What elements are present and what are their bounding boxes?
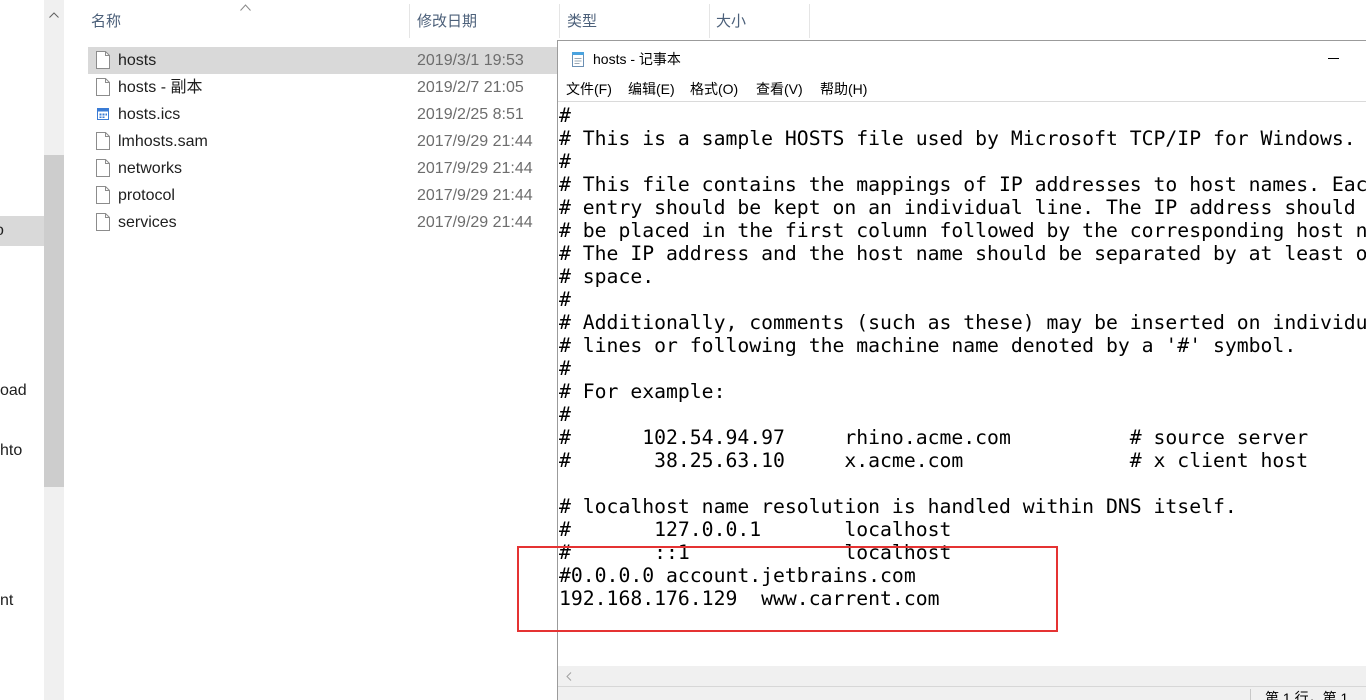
file-modified-date: 2017/9/29 21:44	[417, 214, 533, 231]
cursor-position: 第 1 行，第 1	[1265, 690, 1349, 700]
window-title: hosts - 记事本	[593, 51, 681, 67]
chevron-up-icon[interactable]	[49, 12, 59, 18]
file-modified-date: 2019/2/25 8:51	[417, 106, 524, 123]
text-line: # 102.54.94.97 rhino.acme.com # source s…	[559, 426, 1309, 449]
file-modified-date: 2017/9/29 21:44	[417, 133, 533, 150]
text-line: # 127.0.0.1 localhost	[559, 518, 952, 541]
column-divider[interactable]	[809, 4, 810, 38]
text-line: 192.168.176.129 www.carrent.com	[559, 587, 940, 610]
menu-file[interactable]: 文件(F)	[566, 78, 612, 101]
nav-item-label: o	[0, 216, 4, 246]
minimize-icon	[1328, 58, 1339, 59]
menu-help[interactable]: 帮助(H)	[820, 78, 867, 101]
status-divider	[1250, 689, 1251, 700]
text-line: # entry should be kept on an individual …	[559, 196, 1356, 219]
text-line: # The IP address and the host name shoul…	[559, 242, 1366, 265]
column-header-type-label: 类型	[567, 13, 598, 30]
menu-view[interactable]: 查看(V)	[756, 78, 803, 101]
navigation-pane: o oad hto nt	[0, 0, 44, 700]
file-icon	[96, 186, 110, 204]
nav-item[interactable]: hto	[0, 436, 44, 466]
file-name: networks	[118, 160, 183, 177]
text-line: #	[559, 288, 571, 311]
calendar-file-icon	[96, 105, 110, 123]
text-line: # localhost name resolution is handled w…	[559, 495, 1237, 518]
text-line: #	[559, 403, 571, 426]
text-line: #0.0.0.0 account.jetbrains.com	[559, 564, 916, 587]
nav-item[interactable]: nt	[0, 586, 44, 616]
file-modified-date: 2019/2/7 21:05	[417, 79, 524, 96]
title-bar[interactable]: hosts - 记事本	[557, 40, 1366, 78]
nav-item[interactable]: oad	[0, 376, 44, 406]
chevron-left-icon[interactable]	[566, 672, 572, 681]
horizontal-scrollbar[interactable]	[557, 666, 1366, 686]
column-header-size[interactable]: 大小	[709, 4, 809, 40]
file-name: lmhosts.sam	[118, 133, 208, 150]
file-name: hosts	[118, 52, 157, 69]
text-line	[559, 472, 1366, 495]
status-bar: 第 1 行，第 1	[557, 686, 1366, 700]
text-line: # ::1 localhost	[559, 541, 952, 564]
nav-pane-scrollbar[interactable]	[44, 0, 64, 700]
menu-format[interactable]: 格式(O)	[690, 78, 738, 101]
text-line: # For example:	[559, 380, 726, 403]
text-line: #	[559, 150, 571, 173]
text-line: # Additionally, comments (such as these)…	[559, 311, 1366, 334]
scrollbar-thumb[interactable]	[44, 155, 64, 487]
file-name: hosts.ics	[118, 106, 181, 123]
notepad-window: hosts - 记事本 文件(F) 编辑(E) 格式(O) 查看(V) 帮助(H…	[557, 40, 1366, 700]
menu-bar: 文件(F) 编辑(E) 格式(O) 查看(V) 帮助(H)	[557, 78, 1366, 101]
file-modified-date: 2019/3/1 19:53	[417, 52, 524, 69]
file-modified-date: 2017/9/29 21:44	[417, 187, 533, 204]
nav-item-label: hto	[0, 442, 23, 459]
file-icon	[96, 78, 110, 96]
text-line: #	[559, 104, 571, 127]
text-line: #	[559, 357, 571, 380]
text-line: # be placed in the first column followed…	[559, 219, 1366, 242]
nav-item-label: oad	[0, 382, 27, 399]
column-header-type[interactable]: 类型	[559, 4, 709, 40]
column-header-size-label: 大小	[716, 13, 747, 30]
text-line: # space.	[559, 265, 655, 288]
menu-edit[interactable]: 编辑(E)	[628, 78, 675, 101]
column-header-modified[interactable]: 修改日期	[409, 4, 559, 40]
text-line: # This is a sample HOSTS file used by Mi…	[559, 127, 1356, 150]
nav-item-label: nt	[0, 592, 14, 609]
file-icon	[96, 51, 110, 69]
nav-item[interactable]: o	[0, 216, 44, 246]
notepad-icon	[570, 51, 586, 67]
file-icon	[96, 159, 110, 177]
text-line: # This file contains the mappings of IP …	[559, 173, 1366, 196]
text-line: # lines or following the machine name de…	[559, 334, 1297, 357]
column-header-modified-label: 修改日期	[417, 13, 478, 30]
text-editor[interactable]: # # This is a sample HOSTS file used by M…	[557, 101, 1366, 666]
file-name: protocol	[118, 187, 175, 204]
file-modified-date: 2017/9/29 21:44	[417, 160, 533, 177]
file-icon	[96, 213, 110, 231]
text-content: # # This is a sample HOSTS file used by M…	[559, 104, 1366, 610]
column-header-name-label: 名称	[91, 13, 122, 30]
sort-ascending-icon	[240, 4, 251, 11]
file-name: services	[118, 214, 177, 231]
file-name: hosts - 副本	[118, 79, 203, 96]
text-line: # 38.25.63.10 x.acme.com # x client host	[559, 449, 1309, 472]
minimize-button[interactable]	[1311, 40, 1357, 74]
file-icon	[96, 132, 110, 150]
